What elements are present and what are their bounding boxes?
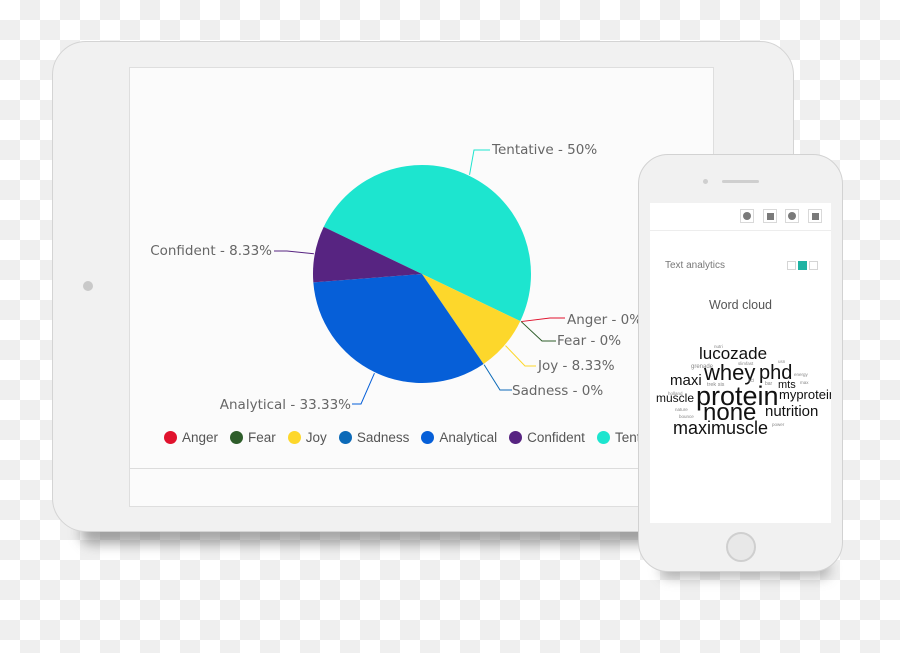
wordcloud-word: power xyxy=(772,422,785,427)
wordcloud-word: nature xyxy=(675,407,688,412)
legend-label: Anger xyxy=(182,430,219,445)
toolbar-button-3[interactable] xyxy=(785,209,799,223)
data-label-joy: Joy - 8.33% xyxy=(537,358,615,374)
phone-screen: Text analytics Word cloud lucozade whey ph… xyxy=(650,203,831,523)
wordcloud-word: maximuscle xyxy=(673,418,769,438)
legend-item-fear[interactable]: Fear xyxy=(230,430,276,445)
legend-label: Fear xyxy=(248,430,276,445)
leader-line-sadness xyxy=(483,364,512,391)
phone-speaker xyxy=(722,180,759,183)
wordcloud: lucozade whey phd maxi protein muscle myprotei… xyxy=(650,335,831,445)
legend-marker-icon xyxy=(509,431,523,444)
data-label-fear: Fear - 0% xyxy=(557,333,621,349)
wordcloud-word: usn xyxy=(778,359,786,364)
legend-item-confident[interactable]: Confident xyxy=(509,430,585,445)
wordcloud-word: nutri xyxy=(714,344,723,349)
toolbar-button-1[interactable] xyxy=(740,209,754,223)
square-icon xyxy=(811,212,819,220)
leader-line-anger xyxy=(521,317,565,323)
chart-legend: AngerFearJoySadnessAnalyticalConfidentTe… xyxy=(164,430,681,447)
square-icon xyxy=(766,212,774,220)
wordcloud-word: bounce xyxy=(679,414,694,419)
data-label-confident: Confident - 8.33% xyxy=(150,243,272,259)
legend-label: Analytical xyxy=(439,430,498,445)
pager xyxy=(787,261,818,270)
wordcloud-word: slimfast xyxy=(738,361,754,366)
wordcloud-word: mts xyxy=(778,379,796,391)
legend-label: Sadness xyxy=(356,430,410,445)
legend-marker-icon xyxy=(338,431,352,444)
footer-divider xyxy=(130,468,713,469)
circle-icon xyxy=(743,212,751,220)
data-label-anger: Anger - 0% xyxy=(567,312,642,328)
legend-marker-icon xyxy=(287,431,301,444)
legend-label: Confident xyxy=(527,430,585,445)
toolbar-button-4[interactable] xyxy=(808,209,822,223)
pie-chart: Tentative - 50% Anger - 0% Fear - 0% Joy - … xyxy=(150,142,642,413)
pager-dot-1[interactable] xyxy=(787,261,796,270)
data-label-sadness: Sadness - 0% xyxy=(512,383,603,399)
wordcloud-word: sci xyxy=(748,378,755,384)
tablet-camera xyxy=(83,281,93,291)
wordcloud-word: grenade xyxy=(691,364,714,370)
legend-item-sadness[interactable]: Sadness xyxy=(338,430,410,445)
legend-item-analytical[interactable]: Analytical xyxy=(421,430,497,445)
toolbar-button-2[interactable] xyxy=(763,209,777,223)
legend-marker-icon xyxy=(596,431,610,444)
legend-item-anger[interactable]: Anger xyxy=(164,430,218,445)
data-label-analytical: Analytical - 33.33% xyxy=(220,397,351,413)
wordcloud-word: max xyxy=(800,380,809,385)
leader-line-tentative xyxy=(469,149,490,175)
circle-icon xyxy=(788,212,796,220)
wordcloud-word: nutrition xyxy=(765,403,819,420)
wordcloud-word: bar xyxy=(765,381,773,387)
pager-dot-3[interactable] xyxy=(809,261,818,270)
data-label-tentative: Tentative - 50% xyxy=(491,142,597,158)
legend-marker-icon xyxy=(230,431,244,444)
section-label: Text analytics xyxy=(665,260,726,271)
pager-dot-2[interactable] xyxy=(798,261,807,270)
wordcloud-word: trek sis xyxy=(707,382,725,388)
leader-line-fear xyxy=(520,321,556,342)
leader-line-analytical xyxy=(352,372,375,405)
phone-toolbar xyxy=(650,203,831,231)
phone-camera xyxy=(703,179,708,184)
wordcloud-word: energy xyxy=(794,372,808,377)
wordcloud-word: holland xyxy=(668,391,683,396)
legend-marker-icon xyxy=(421,431,435,444)
pie-slices xyxy=(313,165,531,383)
legend-marker-icon xyxy=(164,431,177,444)
legend-label: Joy xyxy=(305,430,327,445)
home-button[interactable] xyxy=(726,532,756,562)
wordcloud-title: Word cloud xyxy=(709,298,772,312)
tablet-screen: Tentative - 50% Anger - 0% Fear - 0% Joy - … xyxy=(129,67,714,507)
leader-line-joy xyxy=(505,345,536,367)
legend-item-joy[interactable]: Joy xyxy=(287,430,327,445)
leader-line-confident xyxy=(274,250,314,255)
